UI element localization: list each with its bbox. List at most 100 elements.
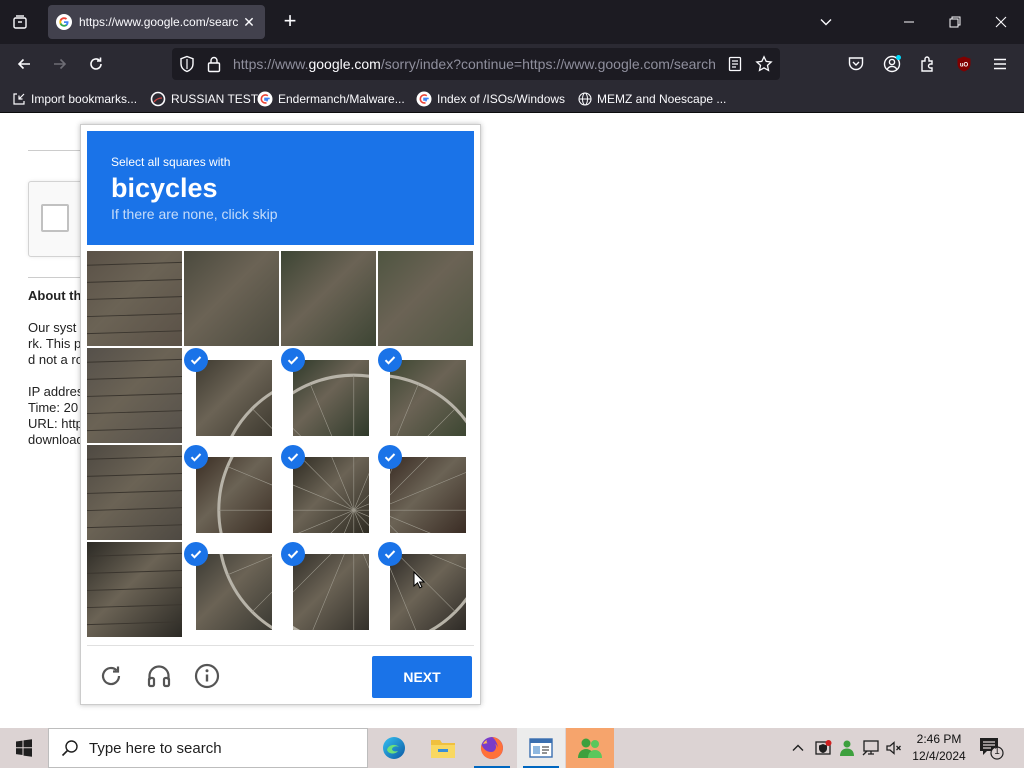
- tile-photo: [196, 542, 279, 634]
- hamburger-menu-icon[interactable]: [988, 52, 1012, 76]
- info-icon[interactable]: [193, 662, 221, 690]
- bookmark-memz[interactable]: MEMZ and Noescape ...: [578, 90, 726, 108]
- volume-muted-icon[interactable]: [884, 738, 904, 758]
- mouse-cursor-icon: [413, 571, 425, 589]
- about-heading: About th: [28, 288, 82, 303]
- selected-checkmark-icon: [378, 445, 402, 469]
- notification-center-icon[interactable]: 1: [978, 736, 1004, 760]
- captcha-tile[interactable]: [87, 542, 182, 637]
- captcha-tile[interactable]: [184, 445, 279, 540]
- url-path: /sorry/index?continue=https://www.google…: [380, 56, 716, 72]
- file-explorer-taskbar-icon[interactable]: [419, 728, 467, 768]
- close-window-icon[interactable]: [978, 0, 1024, 44]
- system-clock[interactable]: 2:46 PM 12/4/2024: [904, 731, 974, 765]
- search-placeholder: Type here to search: [89, 739, 222, 757]
- next-button[interactable]: NEXT: [372, 656, 472, 698]
- divider: [28, 277, 88, 278]
- selected-checkmark-icon: [281, 348, 305, 372]
- tab-bar: https://www.google.com/searc ✕ +: [0, 0, 1024, 44]
- tile-texture: [378, 251, 473, 346]
- ublock-origin-icon[interactable]: uO: [952, 52, 976, 76]
- captcha-tile[interactable]: [281, 542, 376, 637]
- tab-google-sorry[interactable]: https://www.google.com/searc ✕: [48, 5, 265, 39]
- edge-taskbar-icon[interactable]: [370, 728, 418, 768]
- minimize-icon[interactable]: [886, 0, 932, 44]
- captcha-tile[interactable]: [281, 251, 376, 346]
- search-icon: [61, 740, 78, 757]
- captcha-tile[interactable]: [378, 542, 473, 637]
- captcha-tile[interactable]: [378, 445, 473, 540]
- challenge-header: Select all squares with bicycles If ther…: [87, 131, 474, 245]
- url-prefix: https://www.: [233, 56, 309, 72]
- audio-challenge-headphones-icon[interactable]: [145, 662, 173, 690]
- tile-photo: [196, 360, 279, 443]
- address-bar[interactable]: https://www.google.com/sorry/index?conti…: [172, 48, 780, 80]
- captcha-tile[interactable]: [87, 251, 182, 346]
- tile-texture: [217, 542, 279, 634]
- tile-texture: [378, 445, 473, 540]
- account-icon[interactable]: [880, 52, 904, 76]
- window-app-taskbar-icon[interactable]: [517, 728, 565, 768]
- explanation-line: Our syst: [28, 320, 77, 335]
- recaptcha-checkbox[interactable]: [41, 204, 69, 232]
- tile-texture: [87, 261, 182, 335]
- bookmark-index-isos[interactable]: Index of /ISOs/Windows: [416, 90, 565, 108]
- list-all-tabs-icon[interactable]: [8, 10, 32, 34]
- site-favicon-icon: [150, 91, 166, 107]
- windows-start-icon[interactable]: [0, 728, 48, 768]
- tile-photo: [87, 445, 182, 540]
- firefox-taskbar-icon[interactable]: [468, 728, 516, 768]
- selected-checkmark-icon: [184, 542, 208, 566]
- url-text[interactable]: https://www.google.com/sorry/index?conti…: [233, 56, 719, 72]
- tile-photo: [281, 445, 376, 540]
- taskbar-search-box[interactable]: Type here to search: [48, 728, 368, 768]
- clock-date: 12/4/2024: [912, 749, 966, 763]
- captcha-tile[interactable]: [378, 251, 473, 346]
- explanation-line: d not a ro: [28, 352, 83, 367]
- captcha-tile[interactable]: [87, 348, 182, 443]
- restore-icon[interactable]: [932, 0, 978, 44]
- reader-view-icon[interactable]: [728, 56, 742, 77]
- captcha-tile[interactable]: [281, 445, 376, 540]
- captcha-tile[interactable]: [281, 348, 376, 443]
- captcha-tile[interactable]: [378, 348, 473, 443]
- captcha-tile[interactable]: [184, 542, 279, 637]
- captcha-tile[interactable]: [184, 348, 279, 443]
- tile-photo: [378, 542, 473, 637]
- import-icon: [13, 93, 25, 105]
- new-tab-icon[interactable]: +: [278, 10, 302, 34]
- tracking-protection-shield-icon[interactable]: [178, 55, 196, 78]
- captcha-tile[interactable]: [87, 445, 182, 540]
- forward-arrow-icon[interactable]: [48, 52, 72, 76]
- reload-challenge-icon[interactable]: [97, 662, 125, 690]
- tile-texture: [378, 542, 473, 637]
- globe-icon: [578, 92, 592, 106]
- messenger-taskbar-icon[interactable]: [566, 728, 614, 768]
- tile-photo: [87, 251, 182, 346]
- tile-texture: [281, 445, 376, 540]
- messenger-tray-icon[interactable]: [837, 738, 857, 758]
- svg-text:uO: uO: [960, 63, 969, 69]
- bookmark-russian-test[interactable]: RUSSIAN TEST: [150, 90, 258, 108]
- pocket-icon[interactable]: [844, 52, 868, 76]
- back-arrow-icon[interactable]: [12, 52, 36, 76]
- reload-icon[interactable]: [84, 52, 108, 76]
- extensions-puzzle-icon[interactable]: [916, 52, 940, 76]
- tab-overflow-chevron-icon[interactable]: [803, 0, 849, 44]
- bookmark-label: Endermanch/Malware...: [278, 92, 405, 106]
- bookmark-endermanch[interactable]: Endermanch/Malware...: [257, 90, 405, 108]
- network-tray-icon[interactable]: [861, 738, 881, 758]
- captcha-tile[interactable]: [184, 251, 279, 346]
- tile-photo: [378, 251, 473, 346]
- lock-icon[interactable]: [206, 55, 222, 78]
- bookmark-star-icon[interactable]: [755, 55, 773, 78]
- tab-close-icon[interactable]: ✕: [241, 14, 257, 31]
- recaptcha-challenge: Select all squares with bicycles If ther…: [80, 124, 481, 705]
- bookmark-import[interactable]: Import bookmarks...: [12, 90, 137, 108]
- tile-photo: [281, 251, 376, 346]
- security-shield-tray-icon[interactable]: [813, 738, 833, 758]
- selected-checkmark-icon: [378, 542, 402, 566]
- show-hidden-icons-chevron-icon[interactable]: [788, 738, 808, 758]
- recaptcha-anchor[interactable]: [28, 181, 88, 257]
- selected-checkmark-icon: [281, 445, 305, 469]
